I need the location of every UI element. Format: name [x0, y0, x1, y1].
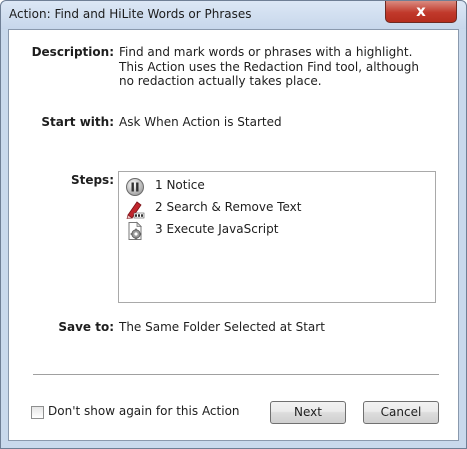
step-label: 2 Search & Remove Text: [155, 200, 302, 214]
save-to-value: The Same Folder Selected at Start: [119, 320, 325, 334]
description-line-2: This Action uses the Redaction Find tool…: [119, 59, 420, 74]
step-label: 1 Notice: [155, 178, 205, 192]
dont-show-again-checkbox[interactable]: [31, 406, 44, 419]
close-icon: x: [416, 2, 426, 20]
start-with-label: Start with:: [41, 115, 114, 129]
step-item-execute-javascript[interactable]: 3 Execute JavaScript: [123, 220, 423, 242]
step-item-search-remove[interactable]: 2 Search & Remove Text: [123, 198, 423, 220]
description-line-1: Find and mark words or phrases with a hi…: [119, 45, 413, 59]
pause-notice-icon: [125, 177, 145, 197]
next-button[interactable]: Next: [270, 401, 346, 424]
close-button[interactable]: x: [385, 1, 457, 23]
step-item-notice[interactable]: 1 Notice: [123, 176, 423, 198]
title-bar[interactable]: Action: Find and HiLite Words or Phrases…: [1, 1, 466, 29]
steps-list[interactable]: 1 Notice 2 Search & Remove Text 3 Execut…: [118, 171, 436, 303]
action-dialog-window: Action: Find and HiLite Words or Phrases…: [0, 0, 467, 449]
redact-marker-icon: [125, 199, 145, 219]
cancel-button[interactable]: Cancel: [363, 401, 439, 424]
steps-label: Steps:: [70, 173, 114, 187]
save-to-label: Save to:: [58, 320, 114, 334]
start-with-value: Ask When Action is Started: [119, 115, 282, 129]
dont-show-again-label[interactable]: Don't show again for this Action: [48, 404, 240, 418]
step-label: 3 Execute JavaScript: [155, 222, 279, 236]
window-title: Action: Find and HiLite Words or Phrases: [9, 7, 252, 21]
description-label: Description:: [31, 45, 114, 59]
script-gear-icon: [125, 221, 145, 241]
description-line-3: no redaction actually takes place.: [119, 74, 322, 88]
description-text: Find and mark words or phrases with a hi…: [119, 45, 419, 89]
divider: [33, 374, 439, 375]
dialog-content: Description: Find and mark words or phra…: [8, 29, 459, 441]
